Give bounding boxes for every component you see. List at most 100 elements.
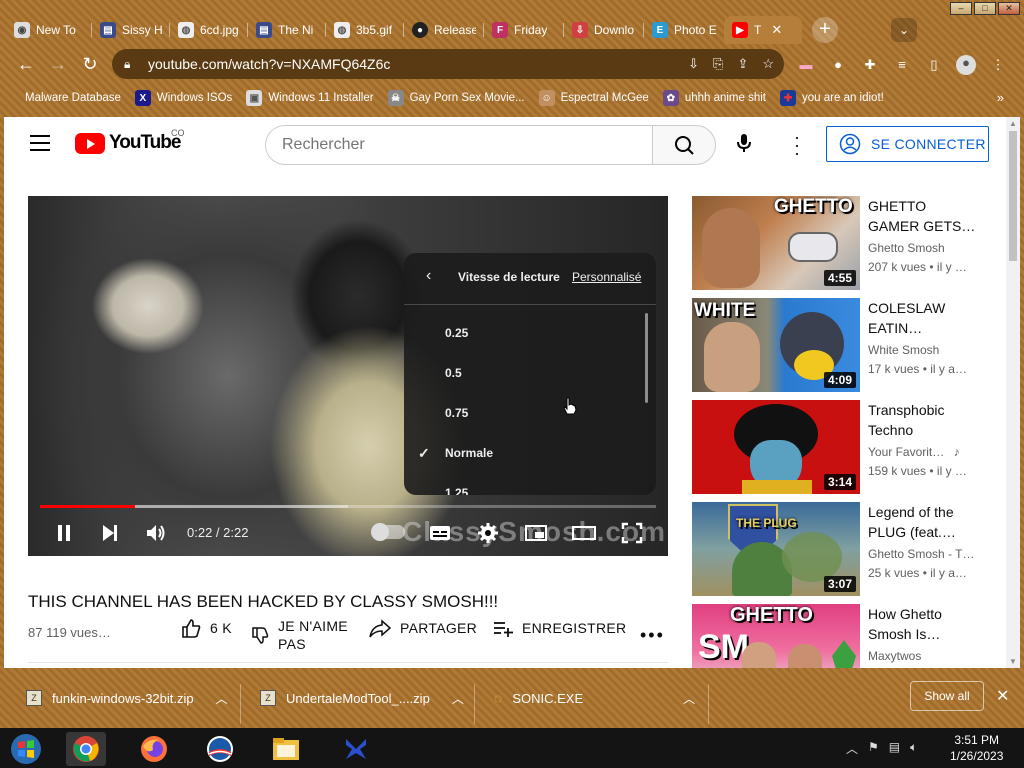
bookmarks-overflow-icon[interactable]: » [997,90,1004,105]
chevron-up-icon[interactable]: ︿ [452,690,464,707]
download-item[interactable]: ◌ SONIC.EXE ︿ [494,682,695,714]
recommendation-item[interactable]: GHETTO 4:55 GHETTO GAMER GETS… Ghetto Sm… [692,196,1004,292]
tab-friday[interactable]: F Friday [484,16,564,44]
install-icon[interactable]: ⇩ [688,56,699,72]
scroll-down-icon[interactable]: ▼ [1009,657,1017,666]
channel-name[interactable]: Your Favorit… ♪ [868,445,960,459]
bookmark-star-icon[interactable]: ☆ [762,56,774,72]
tab-3b5-gif[interactable]: ◍ 3b5.gif [326,16,404,44]
youtube-logo[interactable]: YouTube CO [75,128,185,154]
video-thumbnail[interactable]: WHITE 4:09 [692,298,860,392]
like-button[interactable]: 6 K [180,617,232,639]
video-thumbnail[interactable]: THE PLUG 3:07 [692,502,860,596]
new-tab-button[interactable]: + [812,17,838,43]
system-clock[interactable]: 3:51 PM 1/26/2023 [950,732,1003,764]
video-thumbnail[interactable]: 3:14 [692,400,860,494]
start-button-icon[interactable] [6,732,46,766]
search-button[interactable] [652,125,716,165]
bookmark-item[interactable]: ✿ uhhh anime shit [656,90,773,106]
custom-speed-link[interactable]: Personnalisé [572,270,641,284]
close-tab-icon[interactable]: ✕ [771,22,782,38]
volume-icon[interactable] [142,519,170,547]
recommendation-item[interactable]: WHITE 4:09 COLESLAW EATIN… White Smosh 1… [692,298,1004,394]
tab-the-ni[interactable]: ▤ The Ni [248,16,326,44]
obama-logo-icon[interactable] [200,732,240,766]
bookmark-item[interactable]: Malware Database [18,92,128,104]
file-explorer-icon[interactable] [266,732,306,766]
next-icon[interactable] [96,519,124,547]
close-shelf-icon[interactable]: ✕ [996,686,1009,706]
tab-release[interactable]: ● Release [404,16,484,44]
tab-download[interactable]: ⇩ Downlo [564,16,644,44]
back-chevron-icon[interactable]: ‹ [426,267,431,285]
progress-bar[interactable] [40,505,656,508]
recommendation-title[interactable]: How Ghetto Smosh Is… [868,604,980,644]
fullscreen-icon[interactable] [618,519,646,547]
bookmark-item[interactable]: ☺ Espectral McGee [532,90,656,106]
channel-name[interactable]: White Smosh [868,343,939,357]
channel-name[interactable]: Ghetto Smosh [868,241,945,255]
chrome-menu-icon[interactable]: ⋮ [990,57,1006,73]
speed-option[interactable]: 1.25 [404,473,656,495]
save-button[interactable]: ENREGISTRER [492,617,626,639]
address-bar[interactable]: 🔒︎ youtube.com/watch?v=NXAMFQ64Z6c ⇩ ⎘ ⇪… [112,49,784,79]
show-all-button[interactable]: Show all [910,681,984,711]
bookmark-item[interactable]: ☠ Gay Porn Sex Movie... [381,90,532,106]
trans-flag-extension-icon[interactable]: ▬ [798,57,814,73]
microphone-icon[interactable] [732,131,756,155]
download-item[interactable]: Z funkin-windows-32bit.zip ︿ [26,682,228,714]
action-center-flag-icon[interactable]: ⚑ [868,740,879,757]
tab-6cd-jpg[interactable]: ◍ 6cd.jpg [170,16,248,44]
theater-mode-icon[interactable] [570,519,598,547]
extensions-puzzle-icon[interactable]: ✚ [862,57,878,73]
scrollbar-thumb[interactable] [1009,131,1017,261]
recommendation-title[interactable]: Transphobic Techno [868,400,980,440]
speed-option-selected[interactable]: ✓ Normale [404,433,656,473]
maximize-button[interactable]: □ [974,2,996,15]
reload-button[interactable]: ↻ [78,53,102,77]
search-input[interactable]: Rechercher [265,125,653,165]
pause-icon[interactable] [50,519,78,547]
chrome-taskbar-icon[interactable] [66,732,106,766]
share-icon[interactable]: ⇪ [737,56,748,72]
sign-in-button[interactable]: SE CONNECTER [826,126,989,162]
video-thumbnail[interactable]: GHETTO SM [692,604,860,668]
recommendation-title[interactable]: GHETTO GAMER GETS… [868,196,980,236]
video-player[interactable]: ClassySmosh.com ‹ Vitesse de lecture Per… [28,196,668,556]
more-actions-icon[interactable]: ••• [640,625,665,646]
speed-option[interactable]: 0.5 [404,353,656,393]
subtitles-icon[interactable] [426,519,454,547]
download-item[interactable]: Z UndertaleModTool_....zip ︿ [260,682,464,714]
share-button[interactable]: PARTAGER [368,617,477,639]
tab-new-tab[interactable]: ◉ New To [6,16,92,44]
channel-name[interactable]: Maxytwos [868,649,921,663]
tab-youtube-active[interactable]: ▶ T ✕ [724,16,802,44]
menu-icon[interactable] [30,135,50,151]
speed-option[interactable]: 0.25 [404,313,656,353]
bookmark-item[interactable]: X Windows ISOs [128,90,239,106]
recommendation-title[interactable]: Legend of the PLUG (feat.… [868,502,980,542]
close-window-button[interactable]: ✕ [998,2,1020,15]
recommendation-item[interactable]: GHETTO SM How Ghetto Smosh Is… Maxytwos [692,604,1004,668]
settings-more-icon[interactable]: · · · [794,128,800,162]
tab-search-button[interactable]: ⌄ [891,18,917,42]
tray-chevron-icon[interactable]: ︿ [846,740,858,757]
page-scrollbar[interactable]: ▲ ▼ [1006,117,1020,668]
video-thumbnail[interactable]: GHETTO 4:55 [692,196,860,290]
back-button[interactable]: ← [14,53,38,77]
speed-menu-scrollbar[interactable] [645,313,648,403]
minimize-button[interactable]: – [950,2,972,15]
app-icon-blue[interactable] [336,732,376,766]
chevron-up-icon[interactable]: ︿ [216,690,228,707]
view-count[interactable]: 87 119 vues… [28,625,111,640]
recommendation-title[interactable]: COLESLAW EATIN… [868,298,980,338]
autoplay-toggle[interactable] [371,523,405,541]
tab-photo-editor[interactable]: E Photo E [644,16,724,44]
dislike-button[interactable]: JE N'AIME PAS [250,617,348,653]
translate-icon[interactable]: ⎘ [713,56,723,72]
firefox-taskbar-icon[interactable] [134,732,174,766]
channel-name[interactable]: Ghetto Smosh - T… [868,547,974,561]
reading-list-icon[interactable]: ≡ [894,57,910,73]
recommendation-item[interactable]: 3:14 Transphobic Techno Your Favorit… ♪ … [692,400,1004,496]
settings-gear-icon[interactable] [474,519,502,547]
